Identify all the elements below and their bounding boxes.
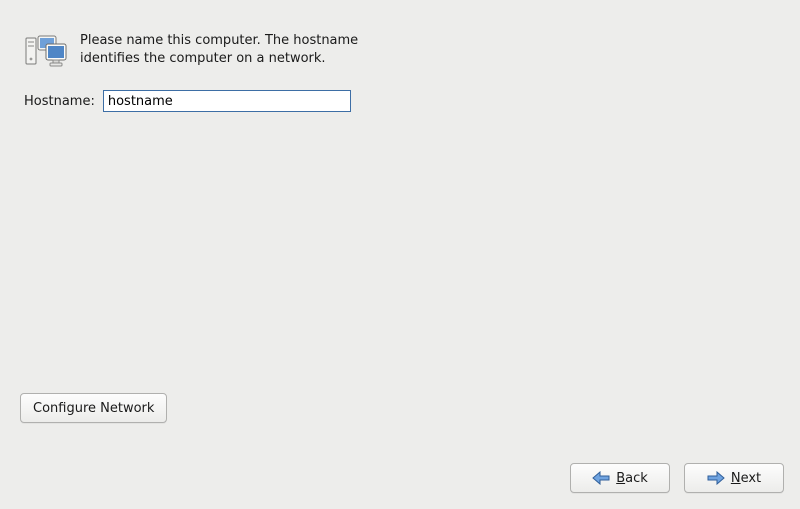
- configure-network-label: Configure Network: [33, 401, 154, 416]
- back-button[interactable]: Back: [570, 463, 670, 493]
- arrow-right-icon: [707, 471, 725, 485]
- intro-text: Please name this computer. The hostname …: [80, 32, 360, 67]
- hostname-label: Hostname:: [24, 94, 95, 109]
- next-label: Next: [731, 471, 761, 486]
- computers-network-icon: [24, 32, 68, 72]
- configure-network-button[interactable]: Configure Network: [20, 393, 167, 423]
- next-button[interactable]: Next: [684, 463, 784, 493]
- hostname-input[interactable]: [103, 90, 351, 112]
- arrow-left-icon: [592, 471, 610, 485]
- back-label: Back: [616, 471, 648, 486]
